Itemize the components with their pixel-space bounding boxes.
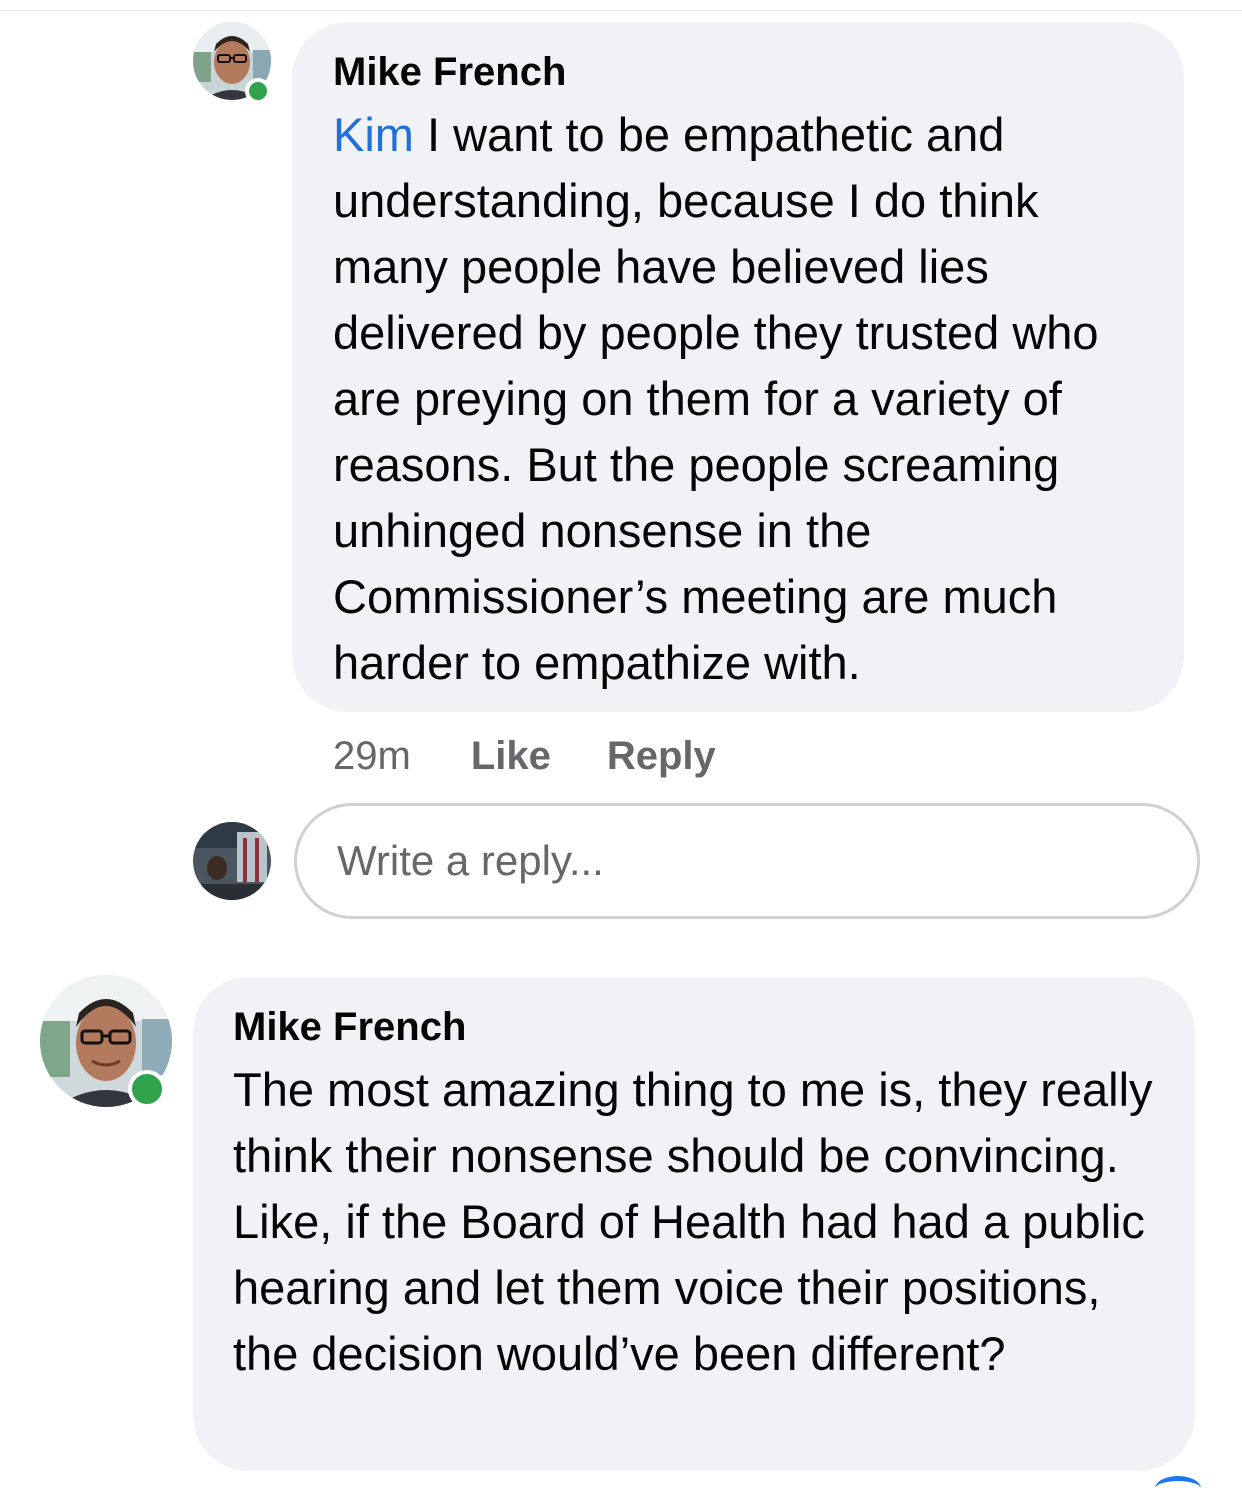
top-divider xyxy=(0,10,1242,11)
reply-input-field[interactable] xyxy=(294,803,1200,919)
comment-body: I want to be empathetic and understandin… xyxy=(333,108,1099,689)
partial-reaction-icon xyxy=(1155,1476,1201,1501)
reply-avatar xyxy=(193,822,271,900)
reply-input[interactable] xyxy=(335,836,1159,886)
mention-link[interactable]: Kim xyxy=(333,108,414,161)
online-status-dot xyxy=(128,1070,166,1108)
comment-bubble: Mike French Kim I want to be empathetic … xyxy=(292,22,1184,712)
comment-text: The most amazing thing to me is, they re… xyxy=(233,1063,1153,1380)
reply-button[interactable]: Reply xyxy=(607,734,716,779)
comment-text: Kim I want to be empathetic and understa… xyxy=(333,102,1148,696)
comment-timestamp[interactable]: 29m xyxy=(333,734,411,779)
comment-actions: 29m Like Reply xyxy=(333,730,716,782)
like-button[interactable]: Like xyxy=(471,734,551,779)
comment-author[interactable]: Mike French xyxy=(333,48,1148,96)
comment-author[interactable]: Mike French xyxy=(233,1003,1159,1051)
online-status-dot xyxy=(245,78,271,104)
comment-bubble: Mike French The most amazing thing to me… xyxy=(193,977,1195,1471)
current-user-photo-icon xyxy=(193,822,271,900)
